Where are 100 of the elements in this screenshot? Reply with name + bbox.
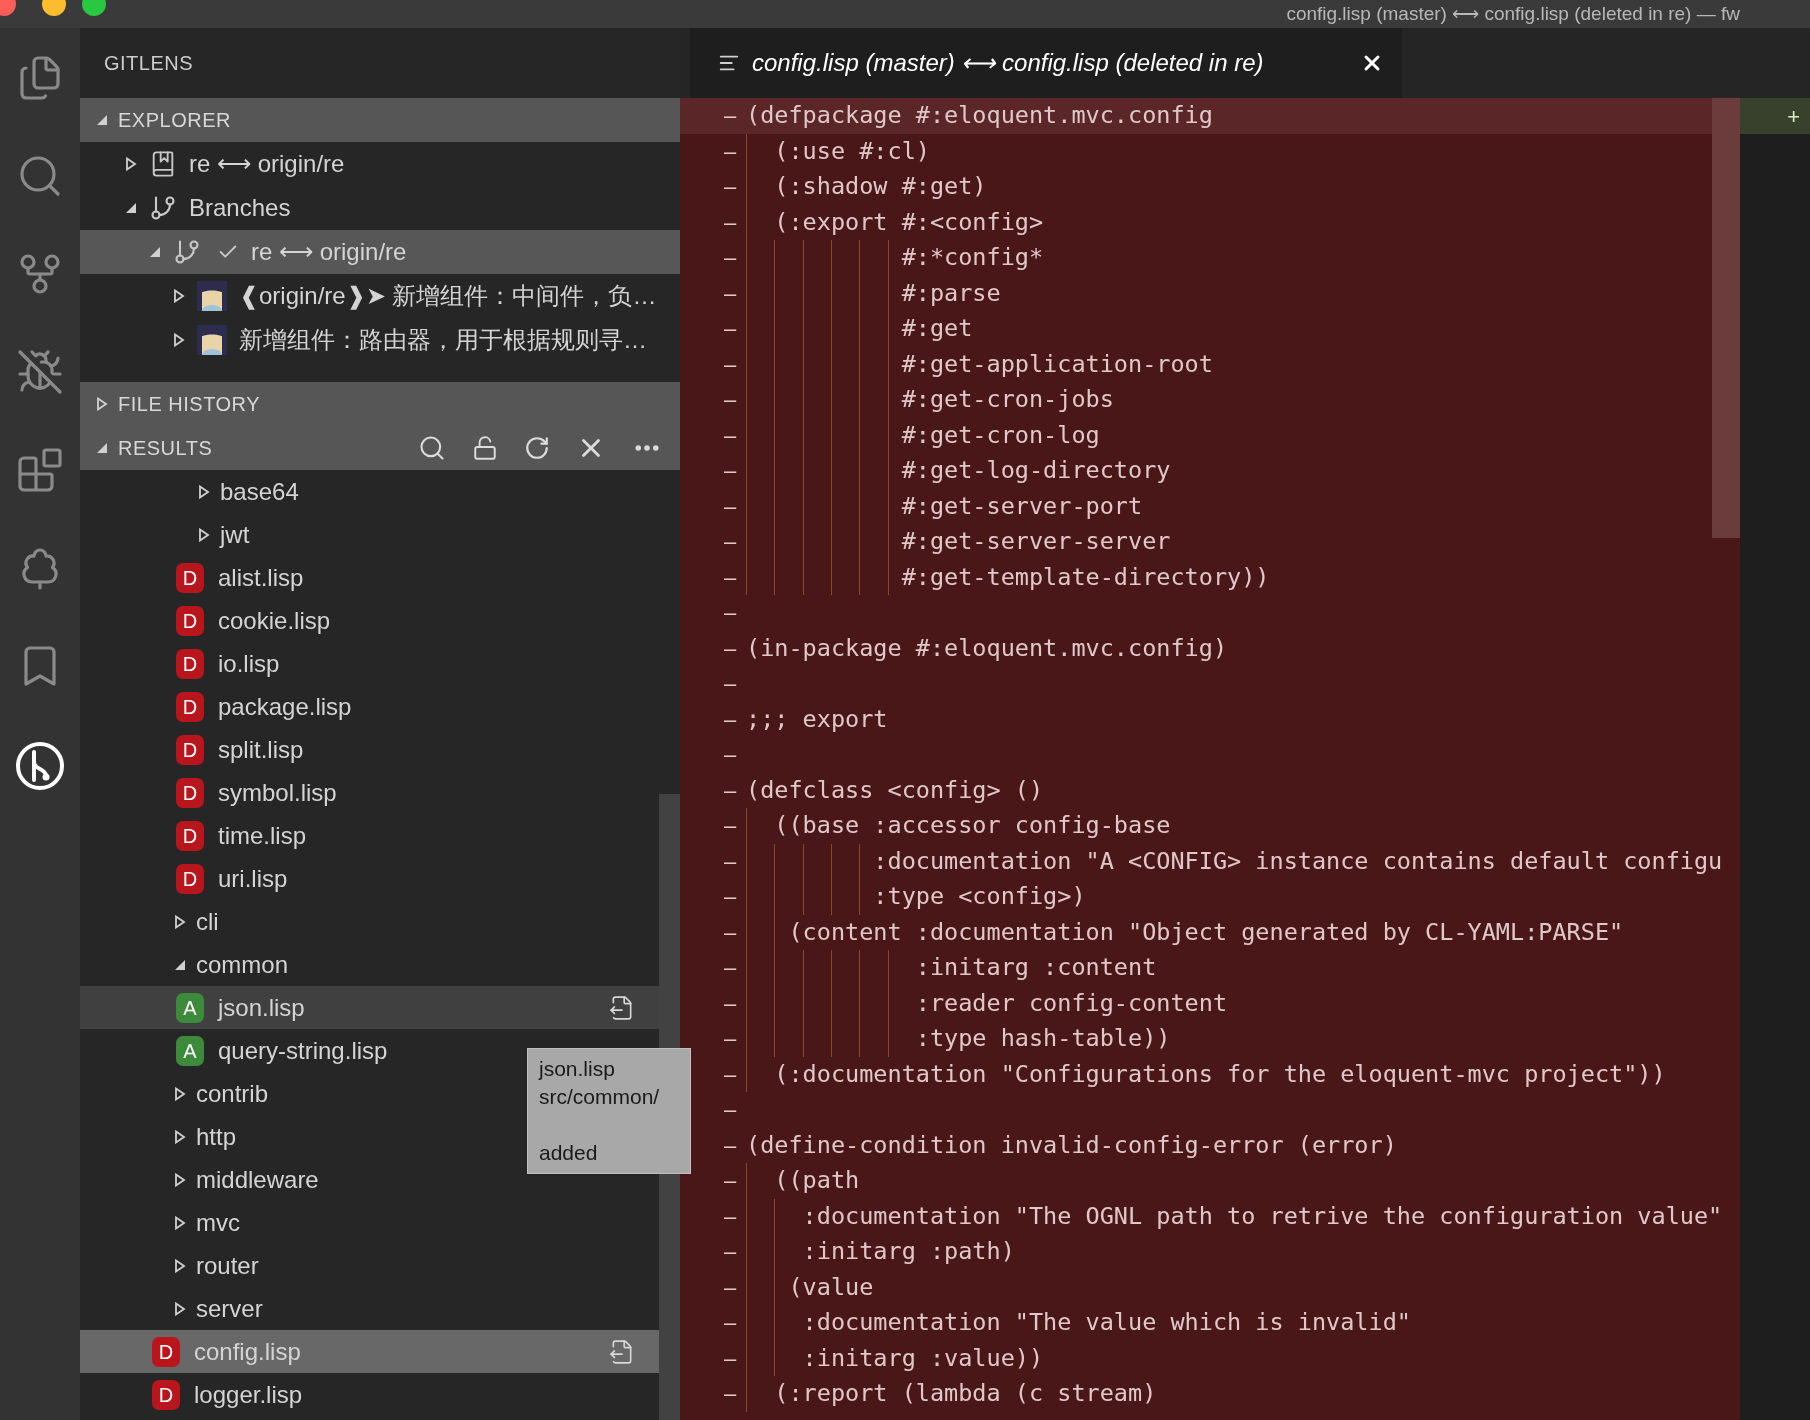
tree-item[interactable]: cli — [80, 900, 659, 943]
scrollbar-thumb[interactable] — [1712, 98, 1740, 538]
diff-marker: – — [723, 670, 738, 699]
avatar-icon — [197, 281, 227, 311]
code-text: (:report (lambda (c stream) — [773, 1378, 1157, 1410]
status-badge: D — [176, 820, 204, 851]
section-title: RESULTS — [118, 436, 213, 461]
tree-item[interactable]: D cookie.lisp — [80, 599, 659, 642]
diff-marker: – — [723, 457, 738, 486]
search-icon[interactable] — [418, 434, 446, 462]
diff-marker: – — [723, 350, 738, 379]
code-text: :initarg :path) — [801, 1236, 1015, 1268]
code-text: (in-package #:eloquent.mvc.config) — [746, 632, 1228, 664]
diff-marker: – — [723, 1380, 738, 1409]
status-badge: D — [176, 691, 204, 722]
section-title: EXPLORER — [118, 108, 231, 133]
blocks-icon[interactable] — [16, 446, 64, 494]
branch-circle-icon[interactable] — [14, 740, 66, 792]
tree-item[interactable]: ❰origin/re❱➤ 新增组件：中间件，负… — [80, 274, 680, 318]
code-text: #:get-server-port — [900, 490, 1143, 522]
code-text: :type hash-table)) — [914, 1023, 1171, 1055]
tree-item[interactable]: 新增组件：路由器，用于根据规则寻… — [80, 318, 680, 362]
tree-item[interactable]: D uri.lisp — [80, 857, 659, 900]
code-text: :documentation "A <CONFIG> instance contains default configu — [872, 845, 1723, 877]
bug-off-icon[interactable] — [16, 348, 64, 396]
tree-item[interactable]: D alist.lisp — [80, 556, 659, 599]
diff-marker: – — [723, 492, 738, 521]
refresh-icon[interactable] — [524, 435, 550, 461]
code-text: :initarg :value)) — [801, 1342, 1044, 1374]
tree-item[interactable]: router — [80, 1244, 659, 1287]
diff-marker: – — [723, 847, 738, 876]
avatar-icon — [197, 325, 227, 355]
diff-marker: – — [723, 634, 738, 663]
code-text: #:get-application-root — [900, 348, 1213, 380]
section-header[interactable]: FILE HISTORY — [80, 382, 680, 426]
tree-item[interactable]: re ⟷ origin/re — [80, 230, 680, 274]
code-text: (:export #:<config> — [773, 206, 1044, 238]
diff-marker: – — [723, 918, 738, 947]
section-header[interactable]: EXPLORER — [80, 98, 680, 142]
status-badge: D — [176, 777, 204, 808]
diff-marker: – — [723, 173, 738, 202]
diff-marker: – — [723, 954, 738, 983]
code-text: (:documentation "Configurations for the eloquent-mvc project")) — [773, 1058, 1666, 1090]
code-text: :reader config-content — [914, 987, 1228, 1019]
code-text: :type <config>) — [872, 881, 1086, 913]
tree-item[interactable]: D config.lisp — [80, 1330, 659, 1373]
tree-item[interactable]: D time.lisp — [80, 814, 659, 857]
diff-marker: – — [723, 386, 738, 415]
tooltip-name: json.lisp — [539, 1056, 616, 1082]
diff-marker: – — [723, 599, 738, 628]
diff-marker: – — [723, 883, 738, 912]
code-text: ((base :accessor config-base — [773, 810, 1171, 842]
status-badge: D — [176, 734, 204, 765]
diff-marker: – — [723, 528, 738, 557]
sidebar-title: GITLENS — [104, 51, 194, 76]
tree-item[interactable]: jwt — [80, 513, 659, 556]
code-text: #:*config* — [900, 242, 1044, 274]
tooltip-path: src/common/ — [539, 1084, 661, 1110]
diff-marker: – — [723, 421, 738, 450]
unlock-icon[interactable] — [472, 435, 498, 461]
tree-item[interactable]: A json.lisp — [80, 986, 659, 1029]
section-header[interactable]: RESULTS — [80, 426, 680, 470]
code-text: #:get-cron-log — [900, 419, 1100, 451]
tree-item[interactable]: common — [80, 943, 659, 986]
diff-marker: – — [723, 1202, 738, 1231]
tree-item[interactable]: D logger.lisp — [80, 1373, 659, 1416]
diff-marker: – — [723, 1273, 738, 1302]
window-title: config.lisp (master) ⟷ config.lisp (deleted in re) — fw — [1286, 2, 1740, 26]
tree-item[interactable]: Branches — [80, 186, 680, 230]
tree-item[interactable]: D symbol.lisp — [80, 771, 659, 814]
tree-item[interactable]: server — [80, 1287, 659, 1330]
diff-marker: – — [723, 279, 738, 308]
diff-marker: + — [1787, 102, 1800, 131]
code-text: (:use #:cl) — [773, 135, 930, 167]
diff-marker: – — [723, 1131, 738, 1160]
status-badge: D — [176, 562, 204, 593]
tree-item[interactable]: mvc — [80, 1201, 659, 1244]
diff-marker: – — [723, 812, 738, 841]
diff-marker: – — [723, 989, 738, 1018]
status-badge: D — [176, 648, 204, 679]
tree-item[interactable]: D io.lisp — [80, 642, 659, 685]
branch-icon — [149, 194, 177, 222]
diff-marker: – — [723, 705, 738, 734]
tree-item[interactable]: D split.lisp — [80, 728, 659, 771]
tree-item[interactable]: base64 — [80, 470, 659, 513]
code-text: ((path — [773, 1165, 860, 1197]
tree-item[interactable]: re ⟷ origin/re — [80, 142, 680, 186]
diff-marker: – — [723, 1344, 738, 1373]
diff-marker: – — [723, 1167, 738, 1196]
code-text: #:get-log-directory — [900, 455, 1171, 487]
code-text: #:parse — [900, 277, 1001, 309]
diff-marker: – — [723, 1060, 738, 1089]
editor-tab[interactable]: config.lisp (master) ⟷ config.lisp (deleted in re) — [690, 28, 1402, 98]
tree-item[interactable]: D package.lisp — [80, 685, 659, 728]
diff-marker: – — [723, 776, 738, 805]
code-text: (content :documentation "Object generated by CL-YAML:PARSE" — [787, 916, 1624, 948]
code-text: #:get-server-server — [900, 526, 1171, 558]
code-text: :documentation "The value which is invalid" — [801, 1307, 1411, 1339]
diff-marker: – — [723, 1096, 738, 1125]
code-text: (defclass <config> () — [746, 774, 1044, 806]
